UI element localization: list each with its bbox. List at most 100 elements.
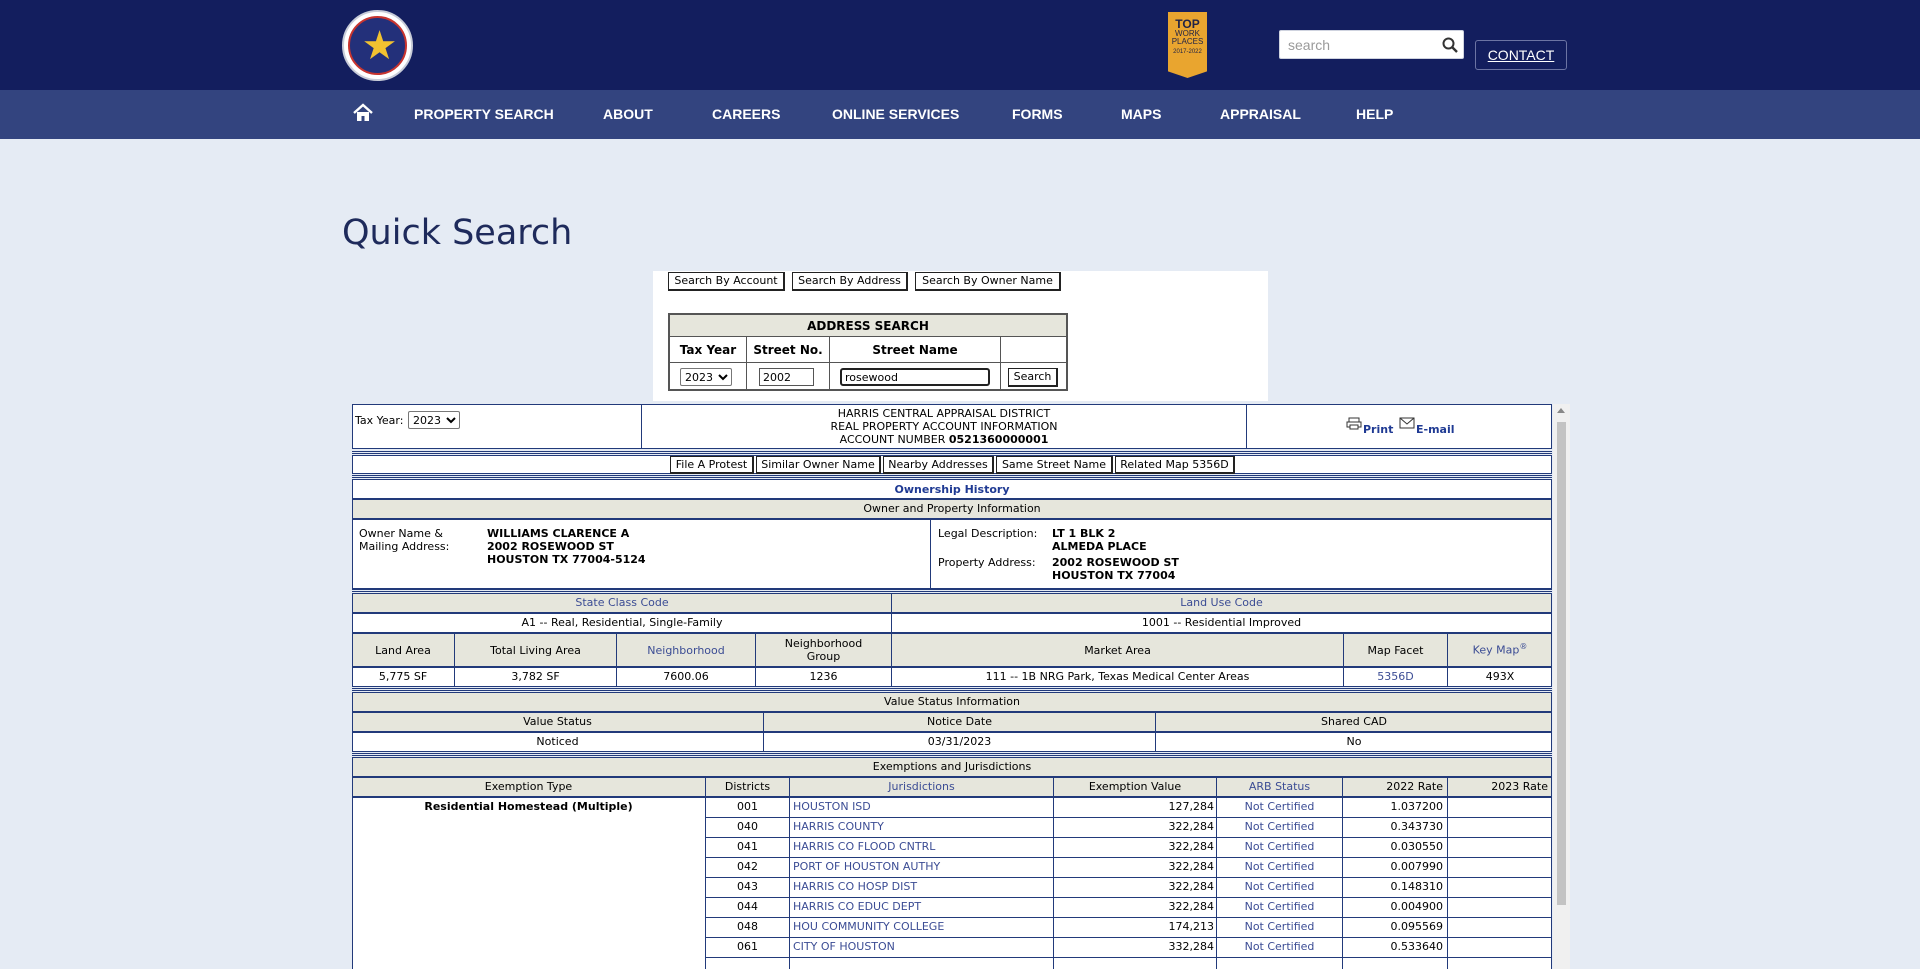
row-divider: [705, 937, 1552, 938]
market-area-value: 111 -- 1B NRG Park, Texas Medical Center…: [985, 670, 1250, 683]
exemption-type-value: Residential Homestead (Multiple): [424, 800, 633, 813]
street-name-input[interactable]: [840, 368, 990, 386]
home-icon[interactable]: [352, 102, 374, 124]
jurisdiction-link[interactable]: HARRIS CO FLOOD CNTRL: [793, 840, 1051, 853]
divider: [352, 589, 1552, 592]
jurisdiction-link[interactable]: HOUSTON ISD: [793, 800, 1051, 813]
jurisdiction-link[interactable]: PORT OF HOUSTON AUTHY: [793, 860, 1051, 873]
legal-description-1: LT 1 BLK 2: [1052, 527, 1116, 540]
arb-status-link[interactable]: Not Certified: [1217, 880, 1342, 893]
account-number: 0521360000001: [948, 433, 1049, 446]
scrollbar-thumb[interactable]: [1557, 422, 1566, 905]
arb-status-link[interactable]: Not Certified: [1217, 840, 1342, 853]
divider: [352, 688, 1552, 691]
address-search-button[interactable]: Search: [1008, 368, 1058, 387]
main-nav: PROPERTY SEARCH ABOUT CAREERS ONLINE SER…: [0, 90, 1920, 139]
nav-forms[interactable]: FORMS: [1012, 106, 1063, 122]
nearby-addresses-button[interactable]: Nearby Addresses: [883, 456, 994, 474]
key-map-value: 493X: [1485, 670, 1515, 683]
exemption-value: 174,213: [1168, 920, 1215, 933]
arb-status-link[interactable]: Not Certified: [1217, 920, 1342, 933]
contact-button[interactable]: CONTACT: [1475, 40, 1567, 70]
jurisdiction-link[interactable]: HARRIS COUNTY: [793, 820, 1051, 833]
owner-name: WILLIAMS CLARENCE A: [487, 527, 630, 540]
jurisdiction-link[interactable]: HARRIS CO HOSP DIST: [793, 880, 1051, 893]
print-link[interactable]: Print: [1363, 423, 1393, 436]
tax-year-select[interactable]: 2023: [680, 368, 732, 386]
nav-property-search[interactable]: PROPERTY SEARCH: [414, 106, 554, 122]
jurisdictions-header-link[interactable]: Jurisdictions: [790, 780, 1053, 793]
land-use-link[interactable]: Land Use Code: [1180, 596, 1263, 609]
same-street-name-button[interactable]: Same Street Name: [996, 456, 1113, 474]
search-icon[interactable]: [1441, 36, 1459, 54]
neighborhood-link[interactable]: Neighborhood: [617, 644, 755, 657]
badge-line-3: PLACES: [1171, 37, 1204, 46]
hcad-logo[interactable]: ★: [342, 10, 413, 81]
arb-status-link[interactable]: Not Certified: [1217, 900, 1342, 913]
search-by-owner-button[interactable]: Search By Owner Name: [915, 272, 1061, 291]
district-code: 043: [737, 880, 758, 893]
row-divider: [705, 817, 1552, 818]
account-number-line: ACCOUNT NUMBER 0521360000001: [642, 433, 1246, 446]
exemption-type-header: Exemption Type: [484, 780, 573, 793]
ownership-history-link[interactable]: Ownership History: [352, 483, 1552, 496]
arb-status-link[interactable]: Not Certified: [1217, 820, 1342, 833]
nav-about[interactable]: ABOUT: [603, 106, 653, 122]
value-status-title: Value Status Information: [352, 692, 1552, 712]
exemptions-title: Exemptions and Jurisdictions: [352, 757, 1552, 777]
nav-help[interactable]: HELP: [1356, 106, 1393, 122]
top-header: ★ TOP WORK PLACES 2017-2022 CONTACT: [0, 0, 1920, 90]
rate-2023-header: 2023 Rate: [1491, 780, 1548, 793]
street-no-input[interactable]: [759, 368, 814, 386]
badge-years: 2017-2022: [1173, 49, 1202, 55]
record-tax-year-select[interactable]: 2023: [408, 411, 460, 429]
map-facet-link[interactable]: 5356D: [1344, 670, 1447, 683]
neighborhood-value: 7600.06: [663, 670, 709, 683]
site-search-input[interactable]: [1286, 35, 1431, 55]
owner-label-1: Owner Name &: [359, 527, 443, 540]
land-use-header: Land Use Code: [891, 593, 1552, 613]
exemption-value: 332,284: [1168, 940, 1215, 953]
arb-status-link[interactable]: Not Certified: [1217, 860, 1342, 873]
row-divider: [705, 897, 1552, 898]
scroll-up-arrow-icon[interactable]: [1557, 408, 1565, 413]
nav-maps[interactable]: MAPS: [1121, 106, 1161, 122]
district-code: 041: [737, 840, 758, 853]
file-protest-button[interactable]: File A Protest: [670, 456, 754, 474]
similar-owner-name-button[interactable]: Similar Owner Name: [756, 456, 881, 474]
row-divider: [705, 877, 1552, 878]
key-map-link[interactable]: Key Map®: [1448, 642, 1552, 657]
search-by-account-button[interactable]: Search By Account: [668, 272, 785, 291]
arb-status-header-link[interactable]: ARB Status: [1217, 780, 1342, 793]
notice-date-value: 03/31/2023: [927, 735, 992, 748]
district-name: HARRIS CENTRAL APPRAISAL DISTRICT: [837, 407, 1051, 420]
rate-2022-header: 2022 Rate: [1386, 780, 1443, 793]
legal-description-2: ALMEDA PLACE: [1052, 540, 1147, 553]
living-area-header: Total Living Area: [490, 644, 581, 657]
key-map-label: Key Map: [1472, 643, 1520, 657]
jurisdiction-link[interactable]: HOU COMMUNITY COLLEGE: [793, 920, 1051, 933]
nav-careers[interactable]: CAREERS: [712, 106, 780, 122]
owner-property-header: Owner and Property Information: [352, 499, 1552, 519]
divider: [1000, 337, 1001, 389]
arb-status-link[interactable]: Not Certified: [1217, 800, 1342, 813]
nav-online-services[interactable]: ONLINE SERVICES: [832, 106, 959, 122]
scrollbar[interactable]: [1553, 404, 1570, 969]
top-workplaces-badge: TOP WORK PLACES 2017-2022: [1168, 12, 1207, 78]
arb-status-link[interactable]: Not Certified: [1217, 940, 1342, 953]
site-search: [1279, 30, 1464, 59]
value-status-value: Noticed: [536, 735, 579, 748]
street-name-header: Street Name: [872, 343, 958, 357]
email-icon[interactable]: [1399, 417, 1415, 429]
jurisdiction-link[interactable]: CITY OF HOUSTON: [793, 940, 1051, 953]
jurisdiction-link[interactable]: HARRIS CO EDUC DEPT: [793, 900, 1051, 913]
exemption-value: 322,284: [1168, 880, 1215, 893]
exemption-value: 322,284: [1168, 820, 1215, 833]
email-link[interactable]: E-mail: [1416, 423, 1455, 436]
related-map-button[interactable]: Related Map 5356D: [1115, 456, 1235, 474]
search-by-address-button[interactable]: Search By Address: [792, 272, 908, 291]
district-code: 048: [737, 920, 758, 933]
printer-icon[interactable]: [1346, 417, 1362, 430]
state-class-link[interactable]: State Class Code: [575, 596, 668, 609]
nav-appraisal[interactable]: APPRAISAL: [1220, 106, 1301, 122]
